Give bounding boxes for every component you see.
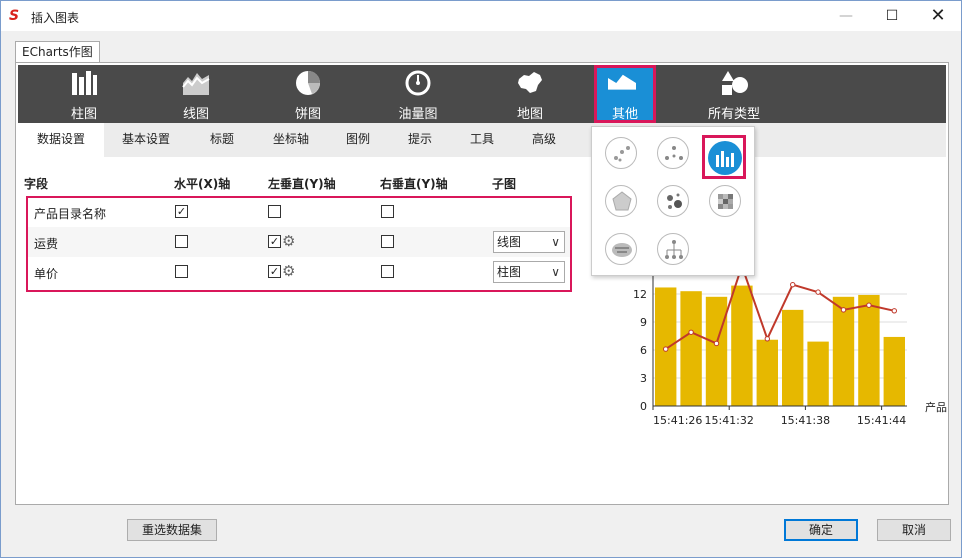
bar (782, 309, 804, 406)
all-types-icon (722, 71, 748, 95)
chart-type-label: 其他 (611, 107, 638, 122)
chart-type-label: 饼图 (294, 107, 321, 122)
chart-type-toolbar: 柱图 线图 饼图 油量图 地图 其他 所有类型 (18, 65, 946, 123)
x-tick-label: 15:41:32 (704, 414, 753, 427)
cancel-button[interactable]: 取消 (877, 519, 951, 541)
tab-tools[interactable]: 工具 (458, 123, 506, 157)
y-tick-label: 9 (640, 316, 647, 329)
tab-data-settings[interactable]: 数据设置 (18, 123, 104, 157)
line-point (713, 340, 720, 347)
bar (680, 291, 702, 406)
minimize-button[interactable]: — (823, 1, 869, 31)
bar-chart-icon (72, 71, 97, 95)
insert-chart-dialog: S 插入图表 — ☐ ✕ ECharts作图 柱图 线图 饼图 油量图 地图 其… (0, 0, 962, 558)
tree-icon[interactable] (657, 233, 689, 265)
app-logo-icon: S (9, 8, 20, 24)
reselect-dataset-button[interactable]: 重选数据集 (127, 519, 217, 541)
tab-axis[interactable]: 坐标轴 (260, 123, 322, 157)
chart-type-label: 油量图 (398, 107, 438, 122)
radial-scatter-icon[interactable] (657, 137, 689, 169)
highlight-box (26, 196, 572, 292)
line-point (815, 289, 821, 295)
x-tick-label: 15:41:44 (857, 414, 906, 427)
bar (858, 294, 880, 406)
heatmap-icon[interactable] (709, 185, 741, 217)
y-tick-label: 12 (633, 288, 647, 301)
line-point (663, 346, 669, 352)
column-header-right-y-axis: 右垂直(Y)轴 (380, 177, 448, 191)
other-chart-popup (591, 126, 755, 276)
bar (883, 336, 905, 406)
chart-type-label: 所有类型 (707, 107, 760, 122)
bar (705, 296, 728, 406)
scatter-icon[interactable] (605, 137, 637, 169)
line-point (866, 302, 872, 308)
column-header-left-y-axis: 左垂直(Y)轴 (268, 177, 336, 191)
y-tick-label: 3 (640, 372, 647, 385)
ok-button[interactable]: 确定 (784, 519, 858, 541)
x-axis-label: 产品 (925, 400, 947, 414)
tab-basic-settings[interactable]: 基本设置 (110, 123, 182, 157)
bar (807, 341, 829, 406)
line-point (840, 307, 847, 313)
wordcloud-icon[interactable] (605, 233, 637, 265)
y-tick-label: 0 (640, 400, 647, 413)
chart-type-label: 柱图 (70, 107, 97, 122)
chart-type-other[interactable]: 其他 (594, 65, 656, 123)
bubble-icon[interactable] (657, 185, 689, 217)
pie-chart-icon (296, 71, 320, 95)
chart-type-label: 线图 (182, 107, 209, 122)
maximize-button[interactable]: ☐ (869, 1, 915, 31)
tab-legend[interactable]: 图例 (334, 123, 382, 157)
chart-type-bar[interactable]: 柱图 (44, 65, 124, 123)
gauge-icon (405, 70, 431, 96)
x-tick-label: 15:41:38 (781, 414, 830, 427)
line-point (790, 281, 796, 288)
map-icon (518, 72, 542, 93)
tab-advanced[interactable]: 高级 (520, 123, 568, 157)
chart-type-label: 地图 (516, 107, 543, 122)
chart-type-line[interactable]: 线图 (156, 65, 236, 123)
title-bar: S 插入图表 — ☐ ✕ (1, 1, 961, 31)
window-title: 插入图表 (31, 11, 80, 25)
line-point (764, 336, 771, 342)
radar-icon[interactable] (605, 185, 637, 217)
chart-type-all[interactable]: 所有类型 (694, 65, 774, 123)
bar (731, 285, 753, 406)
line-chart-icon (182, 73, 210, 95)
bar (756, 339, 778, 406)
column-header-x-axis: 水平(X)轴 (174, 177, 231, 191)
preview-chart: 0 3 6 9 12 15:41:26 15:41:32 15:41:38 15:41:44 产品 (633, 262, 947, 427)
y-tick-label: 6 (640, 344, 647, 357)
line-point (688, 329, 694, 335)
bar (832, 296, 855, 406)
tab-title[interactable]: 标题 (194, 123, 250, 157)
x-tick-label: 15:41:26 (653, 414, 702, 427)
line-point (891, 308, 897, 314)
chart-type-gauge[interactable]: 油量图 (378, 65, 458, 123)
column-header-field: 字段 (24, 177, 49, 191)
close-button[interactable]: ✕ (915, 1, 961, 31)
tab-echarts[interactable]: ECharts作图 (15, 41, 100, 63)
column-header-subchart: 子图 (492, 177, 517, 191)
chart-type-pie[interactable]: 饼图 (268, 65, 348, 123)
other-chart-icon (608, 74, 636, 90)
settings-tabs: 数据设置 基本设置 标题 坐标轴 图例 提示 工具 高级 (18, 123, 946, 157)
chart-type-map[interactable]: 地图 (490, 65, 570, 123)
tab-tooltip[interactable]: 提示 (396, 123, 444, 157)
mixed-bar-line-icon[interactable] (702, 135, 746, 179)
